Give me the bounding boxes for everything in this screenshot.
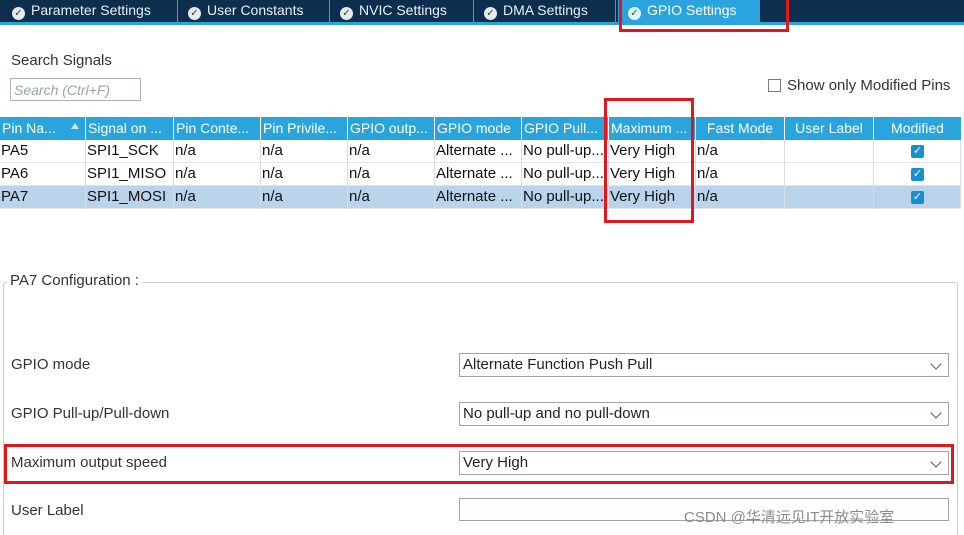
cell-pin: PA7: [0, 186, 86, 209]
cell-privilege: n/a: [261, 186, 348, 209]
column-header-pin-privilege[interactable]: Pin Privile...: [261, 117, 348, 140]
tab-nvic-settings[interactable]: ✓ NVIC Settings: [330, 0, 474, 22]
tab-underline: [0, 22, 964, 25]
tab-label: User Constants: [207, 2, 304, 18]
tab-label: NVIC Settings: [359, 2, 447, 18]
cell-user-label: [785, 186, 874, 209]
cell-mode: Alternate ...: [435, 186, 522, 209]
gpio-pull-select[interactable]: No pull-up and no pull-down: [459, 402, 949, 426]
column-header-fast-mode[interactable]: Fast Mode: [696, 117, 785, 140]
cell-signal: SPI1_SCK: [86, 140, 174, 163]
cell-context: n/a: [174, 163, 261, 186]
tab-label: DMA Settings: [503, 2, 588, 18]
checked-checkbox-icon: ✓: [911, 144, 924, 158]
watermark-text: CSDN @华清远见IT开放实验室: [684, 509, 895, 526]
check-circle-icon: ✓: [484, 7, 497, 20]
chevron-down-icon: [930, 358, 942, 370]
table-row[interactable]: PA5 SPI1_SCK n/a n/a n/a Alternate ... N…: [0, 140, 961, 163]
cell-modified: ✓: [874, 163, 961, 186]
cell-mode: Alternate ...: [435, 163, 522, 186]
check-circle-icon: ✓: [628, 7, 641, 20]
cell-pull: No pull-up...: [522, 186, 609, 209]
column-header-user-label[interactable]: User Label: [785, 117, 874, 140]
gpio-mode-value: Alternate Function Push Pull: [463, 356, 653, 373]
check-circle-icon: ✓: [188, 7, 201, 20]
tab-gpio-settings[interactable]: ✓ GPIO Settings: [618, 0, 760, 22]
cell-output: n/a: [348, 140, 435, 163]
max-output-speed-value: Very High: [463, 454, 529, 471]
cell-pin: PA6: [0, 163, 86, 186]
tab-dma-settings[interactable]: ✓ DMA Settings: [474, 0, 616, 22]
show-modified-toggle[interactable]: Show only Modified Pins: [768, 77, 950, 94]
chevron-down-icon: [930, 407, 942, 419]
cell-user-label: [785, 140, 874, 163]
column-header-signal[interactable]: Signal on ...: [86, 117, 174, 140]
cell-speed: Very High: [609, 163, 696, 186]
check-circle-icon: ✓: [340, 7, 353, 20]
gpio-pull-value: No pull-up and no pull-down: [463, 405, 650, 422]
column-header-pin-context[interactable]: Pin Conte...: [174, 117, 261, 140]
cell-privilege: n/a: [261, 163, 348, 186]
sort-ascending-icon: [71, 123, 79, 129]
search-input[interactable]: [10, 78, 141, 101]
table-header: Pin Na... Signal on ... Pin Conte... Pin…: [0, 117, 961, 140]
cell-output: n/a: [348, 163, 435, 186]
cell-speed: Very High: [609, 140, 696, 163]
cell-signal: SPI1_MOSI: [86, 186, 174, 209]
column-header-gpio-pull[interactable]: GPIO Pull...: [522, 117, 609, 140]
checked-checkbox-icon: ✓: [911, 167, 924, 181]
tab-user-constants[interactable]: ✓ User Constants: [178, 0, 330, 22]
gpio-mode-label: GPIO mode: [11, 356, 91, 373]
max-output-speed-select[interactable]: Very High: [459, 451, 949, 475]
cell-output: n/a: [348, 186, 435, 209]
tab-parameter-settings[interactable]: ✓ Parameter Settings: [2, 0, 178, 22]
tab-label: GPIO Settings: [647, 2, 737, 18]
tab-label: Parameter Settings: [31, 2, 151, 18]
show-modified-checkbox[interactable]: [768, 79, 781, 92]
column-header-max-speed[interactable]: Maximum ...: [609, 117, 696, 140]
column-header-gpio-mode[interactable]: GPIO mode: [435, 117, 522, 140]
cell-fast-mode: n/a: [696, 140, 785, 163]
table-row-selected[interactable]: PA7 SPI1_MOSI n/a n/a n/a Alternate ... …: [0, 186, 961, 209]
cell-user-label: [785, 163, 874, 186]
checked-checkbox-icon: ✓: [911, 190, 924, 204]
cell-pull: No pull-up...: [522, 140, 609, 163]
cell-pull: No pull-up...: [522, 163, 609, 186]
pin-configuration-title: PA7 Configuration :: [7, 272, 142, 289]
tab-bar: ✓ Parameter Settings ✓ User Constants ✓ NVI…: [0, 0, 964, 25]
chevron-down-icon: [930, 456, 942, 468]
table-row[interactable]: PA6 SPI1_MISO n/a n/a n/a Alternate ... …: [0, 163, 961, 186]
column-header-modified[interactable]: Modified: [874, 117, 961, 140]
show-modified-label: Show only Modified Pins: [787, 77, 951, 94]
cell-pin: PA5: [0, 140, 86, 163]
cell-modified: ✓: [874, 140, 961, 163]
cell-modified: ✓: [874, 186, 961, 209]
cell-context: n/a: [174, 140, 261, 163]
column-header-gpio-output[interactable]: GPIO outp...: [348, 117, 435, 140]
gpio-mode-select[interactable]: Alternate Function Push Pull: [459, 353, 949, 377]
cell-context: n/a: [174, 186, 261, 209]
search-label: Search Signals: [11, 52, 112, 69]
cell-fast-mode: n/a: [696, 186, 785, 209]
cell-speed: Very High: [609, 186, 696, 209]
cell-mode: Alternate ...: [435, 140, 522, 163]
gpio-pull-label: GPIO Pull-up/Pull-down: [11, 405, 170, 422]
max-output-speed-label: Maximum output speed: [11, 454, 167, 471]
user-label-label: User Label: [11, 502, 84, 519]
cell-signal: SPI1_MISO: [86, 163, 174, 186]
cell-privilege: n/a: [261, 140, 348, 163]
column-header-pin-name[interactable]: Pin Na...: [0, 117, 86, 140]
check-circle-icon: ✓: [12, 7, 25, 20]
cell-fast-mode: n/a: [696, 163, 785, 186]
